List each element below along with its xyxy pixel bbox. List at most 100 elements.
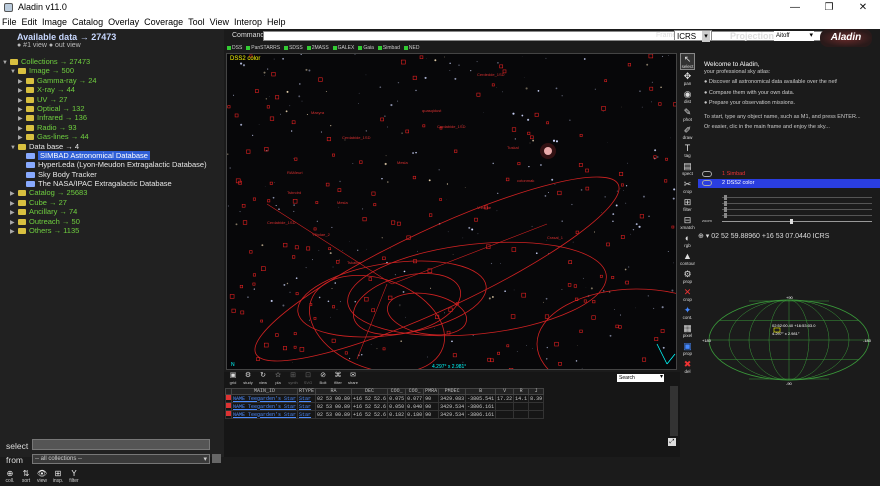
tool-cont-button[interactable]: ✦cont. [680,305,695,322]
table-tool-svg[interactable]: ⊡SVG [302,372,314,386]
menu-tool[interactable]: Tool [188,15,205,29]
row-marker-icon[interactable] [226,411,231,416]
tool-crop-button[interactable]: ✂crop [680,179,695,196]
projection-select[interactable]: Aitoff [774,31,814,41]
survey-panstarrs[interactable]: PanSTARRS [246,44,280,53]
table-tool-pla[interactable]: ☆pla [272,372,284,386]
tool-draw-button[interactable]: ✐draw [680,125,695,142]
tree-folder[interactable]: ▶Optical → 132 [2,104,222,113]
tree-folder[interactable]: ▶Ancillary → 74 [2,207,222,216]
tool-sort[interactable]: ⇅sort [20,469,32,484]
select-input[interactable] [32,439,210,450]
menu-edit[interactable]: Edit [22,15,38,29]
tool-filter-button[interactable]: ⊞filter [680,197,695,214]
tool-del-button[interactable]: ✖del [680,359,695,376]
survey-ned[interactable]: NED [404,44,420,53]
close-button[interactable]: ✕ [846,0,880,15]
tree-folder[interactable]: ▼Data base → 4 [2,142,222,151]
table-tool-filter[interactable]: ⌘filter [332,372,344,386]
tool-pan-button[interactable]: ✥pan [680,71,695,88]
table-tool-share[interactable]: ✉share [347,372,359,386]
table-tool-bolt[interactable]: ⊘Bolt [317,372,329,386]
tree-folder[interactable]: ▶UV → 27 [2,95,222,104]
menu-image[interactable]: Image [42,15,67,29]
table-row[interactable]: NAME Teegarden's StarStar02 53 00.89+16 … [226,411,544,419]
minimize-button[interactable]: — [778,0,812,15]
table-tool-synth[interactable]: ⊞synth [287,372,299,386]
eye-icon[interactable] [702,180,712,186]
maximize-button[interactable]: ❐ [812,0,846,15]
menu-overlay[interactable]: Overlay [108,15,139,29]
tree-folder[interactable]: ▶Catalog → 25683 [2,188,222,197]
menu-help[interactable]: Help [267,15,286,29]
table-tool-view[interactable]: ↻view [257,372,269,386]
frame-select[interactable]: ICRS [674,30,712,41]
tool-xmatch-button[interactable]: ⊟xmatch [680,215,695,232]
table-row[interactable]: NAME Teegarden's StarStar02 53 00.89+16 … [226,403,544,411]
tree-item[interactable]: SIMBAD Astronomical Database [2,151,222,160]
table-tool-study[interactable]: ⚙study [242,372,254,386]
tree-item[interactable]: Sky Body Tracker [2,170,222,179]
row-marker-icon[interactable] [226,395,231,400]
tree-folder[interactable]: ▶Others → 1135 [2,226,222,235]
survey-dss[interactable]: DSS [227,44,242,53]
expand-arrow-icon[interactable]: ▶ [10,228,18,237]
column-header[interactable]: PMRA [424,389,439,395]
view-selector[interactable]: ● #1 view ● out view [17,42,81,49]
survey-galex[interactable]: GALEX [333,44,355,53]
tree-folder[interactable]: ▼Image → 500 [2,66,222,75]
tool-phot-button[interactable]: ✎phot [680,107,695,124]
table-row[interactable]: NAME Teegarden's StarStar02 53 00.89+16 … [226,395,544,403]
table-tool-grid[interactable]: ▣grid [227,372,239,386]
table-scrollbar[interactable] [670,386,678,436]
tool-dist-button[interactable]: ◉dist [680,89,695,106]
tree-folder[interactable]: ▶Gas-lines → 44 [2,132,222,141]
eye-icon[interactable] [702,171,712,177]
survey-gaia[interactable]: Gaia [358,44,374,53]
tree-folder[interactable]: ▶Radio → 93 [2,123,222,132]
from-dropdown[interactable]: -- all collections -- [32,454,210,464]
zoom-slider[interactable]: zoom [698,218,880,224]
tool-tag-button[interactable]: Ttag [680,143,695,160]
tool-coll[interactable]: ⊕coll. [4,469,16,484]
tree-folder[interactable]: ▶Infrared → 136 [2,113,222,122]
column-header[interactable]: RTYPE [298,389,316,395]
survey-simbad[interactable]: Simbad [378,44,400,53]
layer-simbad[interactable]: 1 Simbad [698,170,880,179]
column-header[interactable]: COO_ [388,389,406,395]
tree-folder[interactable]: ▶Cube → 27 [2,198,222,207]
tool-view[interactable]: 👁view [36,469,48,484]
tree-folder[interactable]: ▶Gamma-ray → 24 [2,76,222,85]
tool-insp[interactable]: ⊞insp. [52,469,64,484]
menu-view[interactable]: View [210,15,229,29]
tree-folder[interactable]: ▶X-ray → 44 [2,85,222,94]
column-header[interactable]: COO_ [406,389,424,395]
menu-coverage[interactable]: Coverage [144,15,183,29]
tool-rgb-button[interactable]: ◐rgb [680,233,695,250]
layer-dss2[interactable]: 2 DSS2 color [698,179,880,188]
tool-spect-button[interactable]: ▤spect [680,161,695,178]
tool-crop-button[interactable]: ✕crop [680,287,695,304]
tree-folder[interactable]: ▼Collections → 27473 [2,57,222,66]
survey-2mass[interactable]: 2MASS [307,44,329,53]
sky-view[interactable]: Cerdedde_1SDMaxyraquasqidustCerdabide_1S… [226,53,677,370]
menu-file[interactable]: File [2,15,17,29]
tool-filter[interactable]: Yfilter [68,469,80,484]
survey-sdss[interactable]: SDSS [284,44,303,53]
from-options-button[interactable] [212,454,221,463]
tool-pixel-button[interactable]: ▦pixel [680,323,695,340]
tool-prop-button[interactable]: ▣prop [680,341,695,358]
table-search[interactable]: Search [617,374,664,382]
tool-contour-button[interactable]: ▲contour [680,251,695,268]
target-coordinates[interactable]: ⊕ ▾ 02 52 59.88960 +16 53 07.0440 ICRS [698,232,880,240]
tree-item[interactable]: The NASA/IPAC Extragalactic Database [2,179,222,188]
tree-item[interactable]: HyperLeda (Lyon-Meudon Extragalactic Dat… [2,160,222,169]
menu-interop[interactable]: Interop [234,15,262,29]
tool-select-button[interactable]: ↖select [680,53,695,70]
tool-prop-button[interactable]: ⚙prop [680,269,695,286]
menu-catalog[interactable]: Catalog [72,15,103,29]
allsky-overview[interactable]: 02:52:00.40 +16:53:03.04.297° x 2.981°+9… [698,290,880,390]
tree-folder[interactable]: ▶Outreach → 50 [2,217,222,226]
row-marker-icon[interactable] [226,403,231,408]
expand-table-button[interactable]: ⤢ [668,438,676,446]
